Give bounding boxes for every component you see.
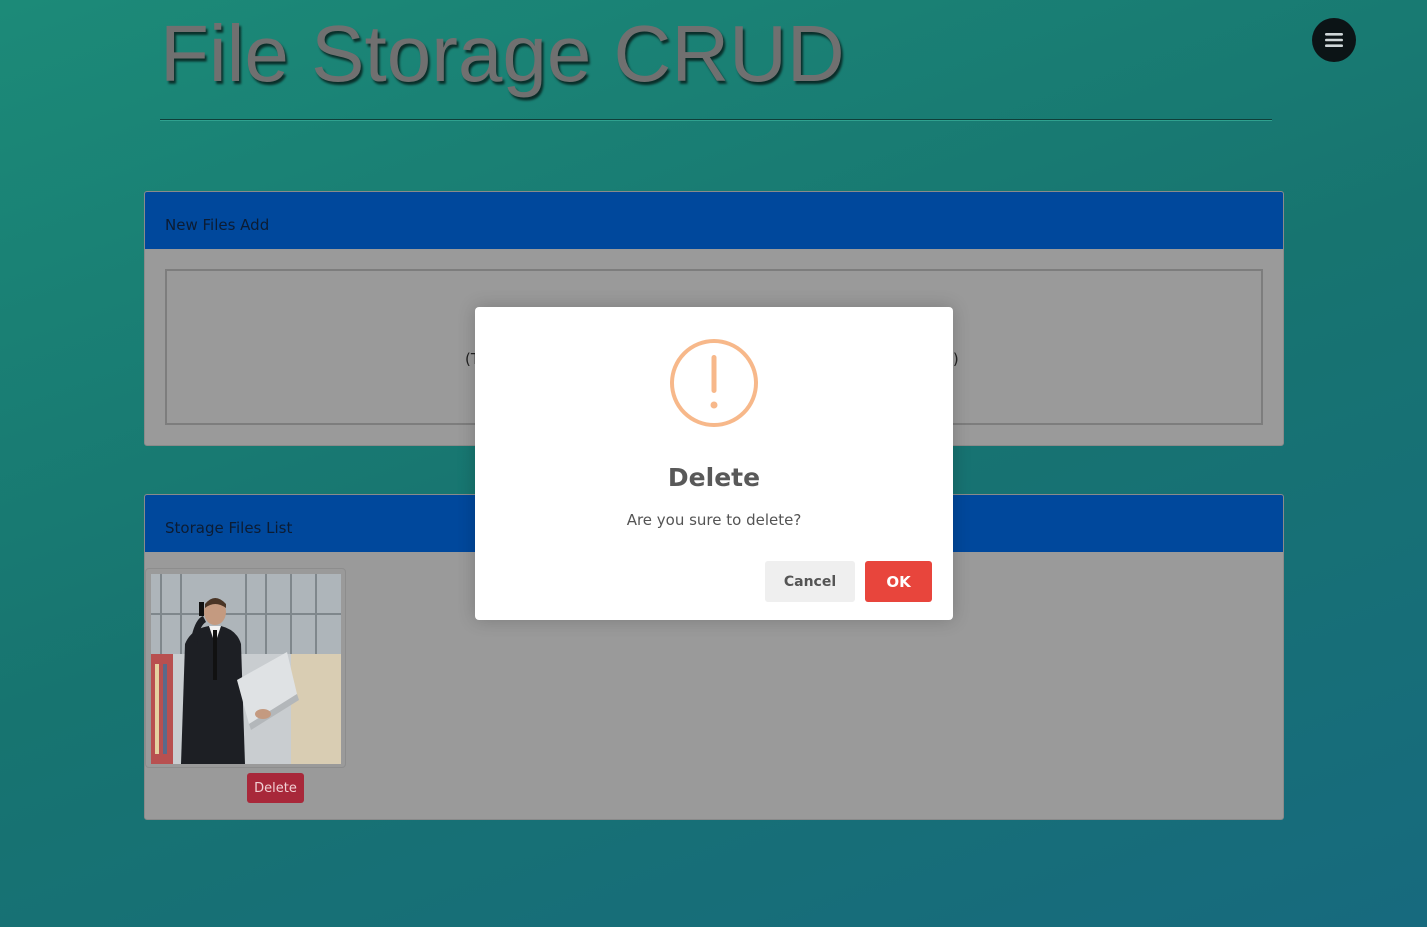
delete-confirm-dialog: Delete Are you sure to delete? Cancel OK: [475, 307, 953, 620]
cancel-button[interactable]: Cancel: [765, 561, 855, 602]
dialog-title: Delete: [667, 463, 761, 492]
dialog-message: Are you sure to delete?: [626, 511, 802, 529]
warning-icon: [670, 339, 758, 427]
ok-button[interactable]: OK: [865, 561, 932, 602]
